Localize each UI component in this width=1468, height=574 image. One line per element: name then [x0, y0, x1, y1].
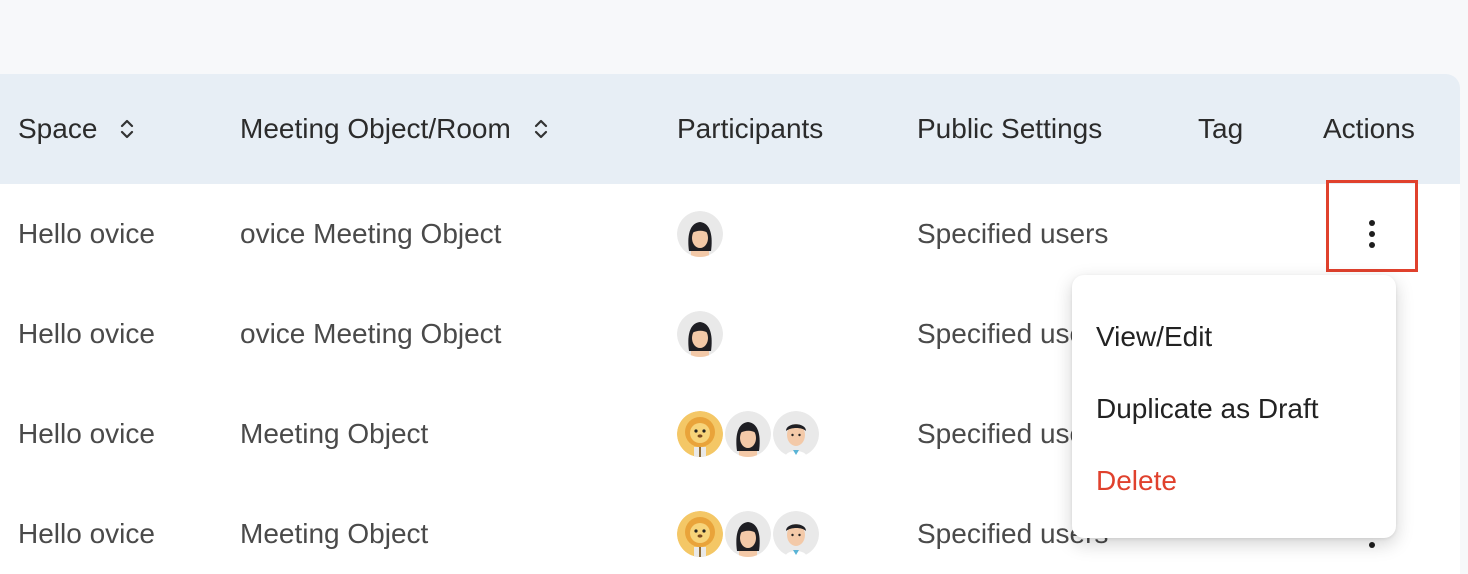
participants-cell: [677, 484, 821, 574]
woman-avatar: [677, 211, 723, 257]
participants-cell: [677, 184, 725, 284]
column-header-label: Space: [18, 113, 98, 144]
woman-avatar: [677, 311, 723, 357]
column-header-actions: Actions: [1323, 74, 1415, 184]
column-header-label: Actions: [1323, 113, 1415, 144]
woman-avatar: [725, 511, 771, 557]
column-header-participants: Participants: [677, 74, 823, 184]
column-header-room[interactable]: Meeting Object/Room: [240, 74, 549, 184]
public-settings-cell: Specified users: [917, 218, 1109, 249]
table-row[interactable]: Hello ovice ovice Meeting Object Specifi…: [0, 184, 1460, 285]
menu-item-duplicate-as-draft[interactable]: Duplicate as Draft: [1096, 393, 1319, 425]
column-header-tag: Tag: [1198, 74, 1243, 184]
woman-avatar: [725, 411, 771, 457]
lion-avatar: [677, 411, 723, 457]
participants-cell: [677, 384, 821, 484]
actions-dropdown-menu: View/Edit Duplicate as Draft Delete: [1072, 275, 1396, 538]
highlight-box: [1326, 180, 1418, 272]
participants-cell: [677, 284, 725, 384]
room-cell: Meeting Object: [240, 518, 429, 549]
room-cell: Meeting Object: [240, 418, 429, 449]
column-header-label: Participants: [677, 113, 824, 144]
table-header: Space Meeting Object/Room Participants P…: [0, 74, 1460, 184]
column-header-public-settings: Public Settings: [917, 74, 1102, 184]
space-cell: Hello ovice: [18, 418, 155, 449]
column-header-label: Tag: [1198, 113, 1244, 144]
menu-item-view-edit[interactable]: View/Edit: [1096, 321, 1212, 353]
column-header-label: Meeting Object/Room: [240, 113, 511, 144]
man-avatar: [773, 511, 819, 557]
space-cell: Hello ovice: [18, 218, 155, 249]
column-header-space[interactable]: Space: [18, 74, 135, 184]
sort-icon[interactable]: [533, 116, 549, 142]
page: Space Meeting Object/Room Participants P…: [0, 0, 1468, 574]
room-cell: ovice Meeting Object: [240, 318, 502, 349]
man-avatar: [773, 411, 819, 457]
room-cell: ovice Meeting Object: [240, 218, 502, 249]
lion-avatar: [677, 511, 723, 557]
space-cell: Hello ovice: [18, 318, 155, 349]
sort-icon[interactable]: [119, 116, 135, 142]
column-header-label: Public Settings: [917, 113, 1103, 144]
menu-item-delete[interactable]: Delete: [1096, 465, 1177, 497]
space-cell: Hello ovice: [18, 518, 155, 549]
